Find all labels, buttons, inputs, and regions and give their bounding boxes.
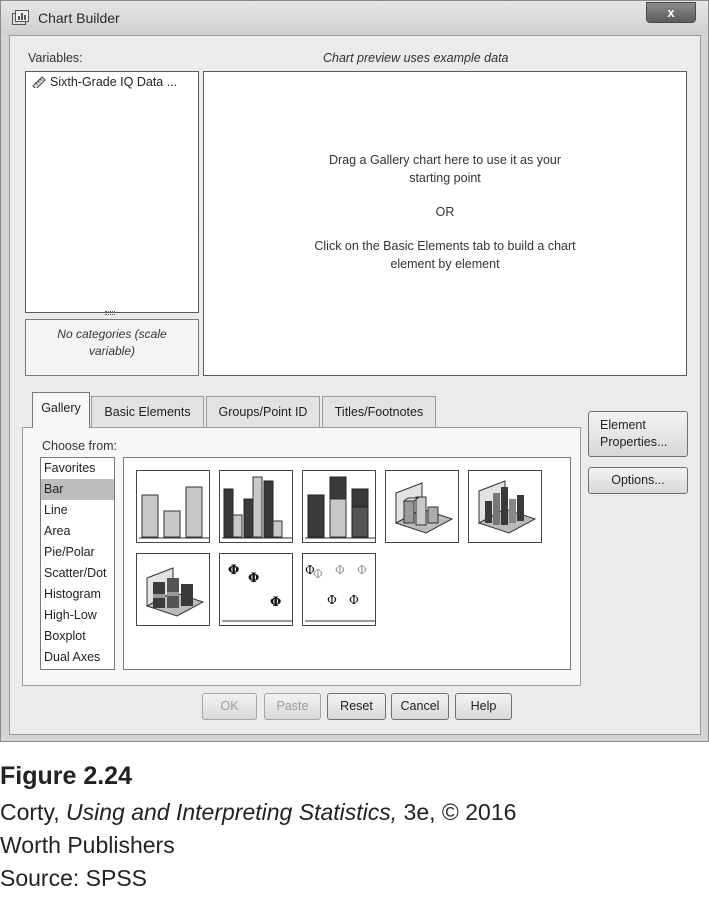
scale-ruler-icon — [32, 76, 46, 88]
svg-text:Φ: Φ — [349, 593, 359, 607]
3d-bar-thumbnail[interactable] — [385, 470, 459, 543]
credit-book-title: Using and Interpreting Statistics, — [66, 799, 398, 825]
button-label: Element — [600, 418, 646, 432]
horizontal-splitter[interactable] — [105, 311, 115, 315]
tab-gallery[interactable]: Gallery — [32, 392, 90, 428]
variables-list[interactable]: Sixth-Grade IQ Data ... — [25, 71, 199, 313]
chart-type-item-selected[interactable]: Bar — [41, 479, 114, 500]
simple-error-bar-icon: Φ Φ Φ — [222, 563, 292, 622]
button-label: Properties... — [600, 435, 668, 449]
chart-type-item[interactable]: Dual Axes — [41, 647, 114, 668]
chart-type-list[interactable]: Favorites Bar Line Area Pie/Polar Scatte… — [40, 457, 115, 670]
preview-instruction-1: Drag a Gallery chart here to use it as y… — [203, 151, 687, 187]
stacked-bar-thumbnail[interactable] — [302, 470, 376, 543]
chart-type-item[interactable]: Favorites — [41, 458, 114, 479]
stacked-bar-icon — [305, 476, 375, 539]
ok-button[interactable]: OK — [202, 693, 257, 720]
simple-bar-thumbnail[interactable] — [136, 470, 210, 543]
chart-preview-canvas[interactable] — [203, 71, 687, 376]
preview-text-line: Drag a Gallery chart here to use it as y… — [328, 153, 562, 167]
categories-note: No categories (scale variable) — [57, 327, 167, 358]
chart-builder-app-icon — [12, 10, 29, 25]
options-button[interactable]: Options... — [588, 467, 688, 494]
preview-instruction-2: Click on the Basic Elements tab to build… — [203, 237, 687, 273]
element-properties-button[interactable]: Element Properties... — [588, 411, 688, 457]
tab-titles-footnotes[interactable]: Titles/Footnotes — [322, 396, 436, 427]
categories-box: No categories (scale variable) — [25, 319, 199, 376]
3d-clustered-bar-thumbnail[interactable] — [468, 470, 542, 543]
variables-label: Variables: — [28, 51, 83, 65]
variable-name: Sixth-Grade IQ Data ... — [50, 75, 178, 89]
clustered-error-bar-thumbnail[interactable]: Φ Φ Φ Φ Φ Φ — [302, 553, 376, 626]
3d-bar-icon — [394, 482, 454, 534]
clustered-error-bar-icon: Φ Φ Φ Φ Φ Φ — [305, 563, 375, 622]
chart-type-item[interactable]: Histogram — [41, 584, 114, 605]
figure-number: Figure 2.24 — [0, 762, 132, 790]
chart-builder-window: Chart Builder x Variables: Chart preview… — [0, 0, 709, 742]
window-title: Chart Builder — [38, 10, 120, 26]
3d-clustered-bar-icon — [477, 480, 537, 534]
preview-caption: Chart preview uses example data — [323, 51, 509, 65]
tab-groups-point-id[interactable]: Groups/Point ID — [206, 396, 320, 427]
preview-text-line: Click on the Basic Elements tab to build… — [314, 239, 576, 253]
close-button[interactable]: x — [646, 2, 696, 23]
help-button[interactable]: Help — [455, 693, 512, 720]
svg-text:Φ: Φ — [313, 567, 323, 581]
simple-bar-icon — [139, 486, 209, 539]
svg-text:Φ: Φ — [327, 593, 337, 607]
choose-from-label: Choose from: — [42, 439, 118, 453]
credit-edition: 3e, © 2016 — [397, 799, 517, 825]
chart-type-item[interactable]: High-Low — [41, 605, 114, 626]
chart-type-item[interactable]: Scatter/Dot — [41, 563, 114, 584]
title-bar[interactable]: Chart Builder x — [1, 1, 708, 35]
cancel-button[interactable]: Cancel — [391, 693, 449, 720]
3d-stacked-bar-icon — [145, 567, 205, 617]
clustered-bar-icon — [222, 476, 292, 539]
variable-item[interactable]: Sixth-Grade IQ Data ... — [32, 75, 177, 89]
chart-type-item[interactable]: Line — [41, 500, 114, 521]
preview-text-line: element by element — [390, 257, 500, 271]
svg-text:Φ: Φ — [335, 563, 345, 577]
chart-type-item[interactable]: Area — [41, 521, 114, 542]
svg-text:Φ: Φ — [228, 563, 239, 578]
svg-text:Φ: Φ — [270, 595, 281, 610]
3d-stacked-bar-thumbnail[interactable] — [136, 553, 210, 626]
clustered-bar-thumbnail[interactable] — [219, 470, 293, 543]
preview-or: OR — [435, 205, 455, 219]
svg-text:Φ: Φ — [248, 571, 259, 586]
chart-type-item[interactable]: Boxplot — [41, 626, 114, 647]
close-icon: x — [667, 5, 675, 20]
simple-error-bar-thumbnail[interactable]: Φ Φ Φ — [219, 553, 293, 626]
figure-publisher: Worth Publishers — [0, 832, 175, 858]
figure-credit-line: Corty, Using and Interpreting Statistics… — [0, 799, 516, 826]
reset-button[interactable]: Reset — [327, 693, 386, 720]
svg-text:Φ: Φ — [357, 563, 367, 577]
figure-source: Source: SPSS — [0, 865, 148, 891]
chart-gallery: Φ Φ Φ Φ Φ Φ Φ Φ Φ — [123, 457, 571, 670]
preview-text-line: starting point — [409, 171, 481, 185]
tab-basic-elements[interactable]: Basic Elements — [91, 396, 204, 427]
paste-button[interactable]: Paste — [264, 693, 321, 720]
chart-type-item[interactable]: Pie/Polar — [41, 542, 114, 563]
credit-author: Corty, — [0, 799, 67, 825]
